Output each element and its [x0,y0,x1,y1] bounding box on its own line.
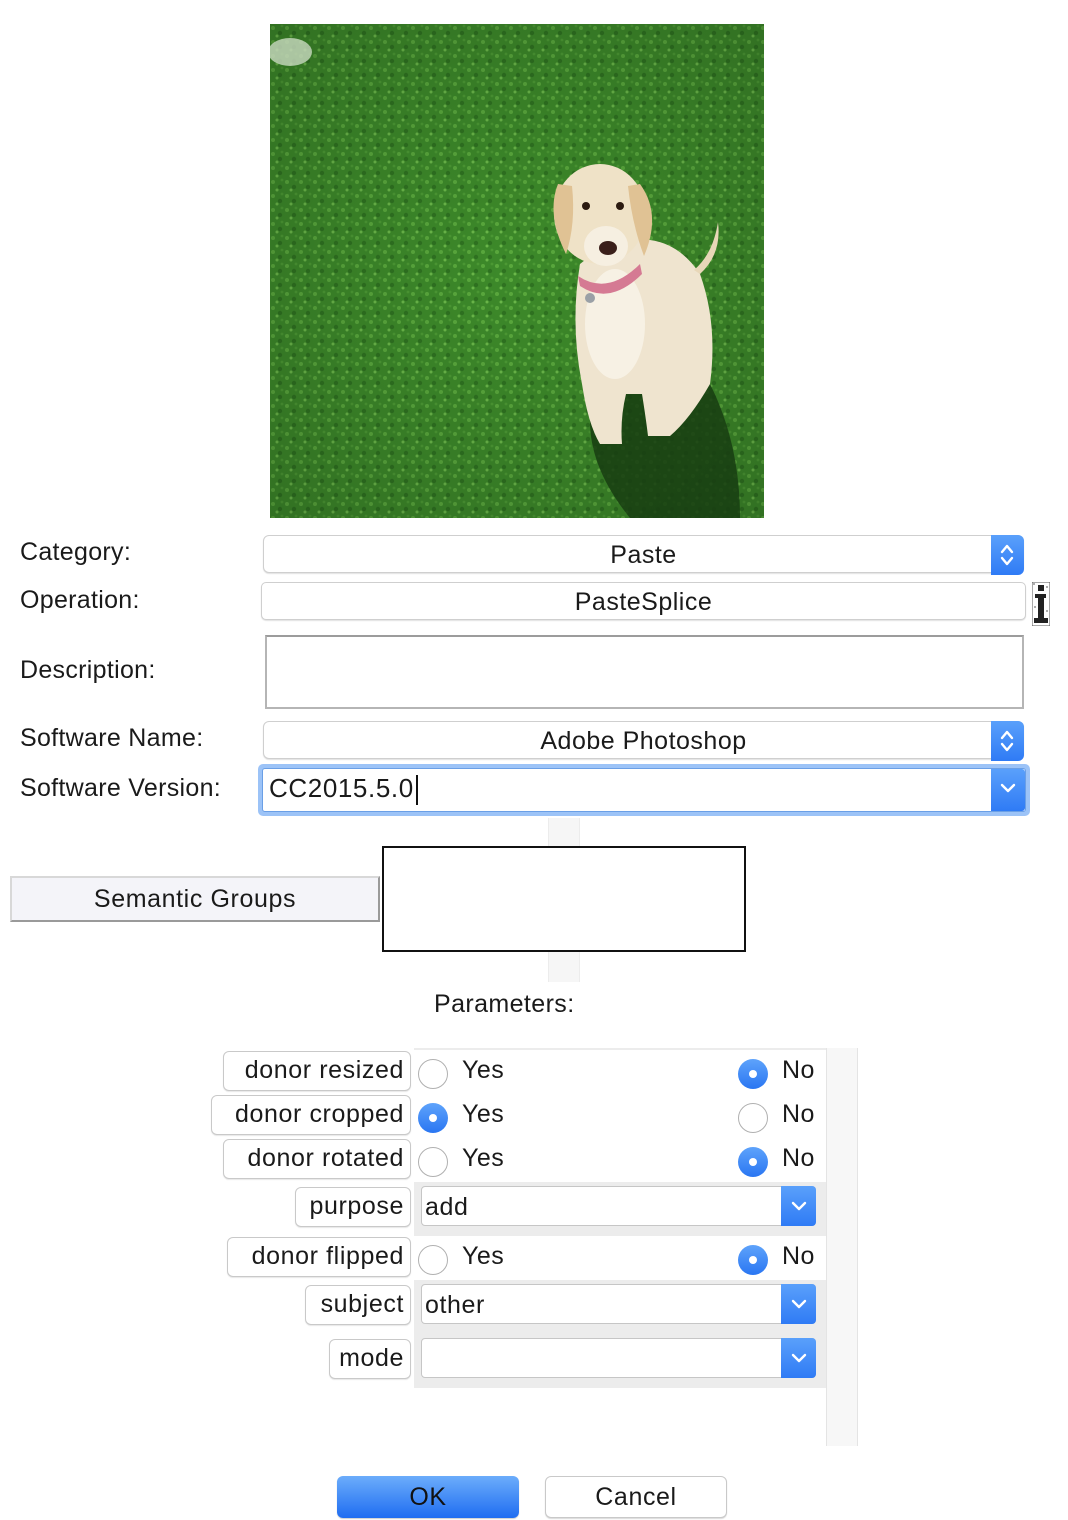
chevron-down-icon [781,1338,816,1378]
purpose-value: add [425,1193,469,1221]
chevron-down-icon[interactable] [991,769,1025,811]
operation-button[interactable]: PasteSplice [261,582,1026,620]
donor-flipped-no-radio[interactable] [738,1245,768,1275]
donor-rotated-yes-radio[interactable] [418,1147,448,1177]
software-version-value[interactable]: CC2015.5.0 [269,773,414,803]
description-textarea[interactable] [265,635,1024,709]
donor-cropped-yes-radio[interactable] [418,1103,448,1133]
dog-on-grass-image [270,24,764,518]
donor-flipped-yes-label: Yes [462,1242,505,1270]
semantic-groups-button[interactable]: Semantic Groups [10,876,380,922]
donor-rotated-no-label: No [782,1144,815,1172]
param-mode-label: mode [329,1339,411,1379]
donor-cropped-yes-label: Yes [462,1100,505,1128]
param-donor-rotated-label: donor rotated [223,1139,411,1179]
category-value: Paste [610,541,677,569]
purpose-select[interactable]: add [421,1186,816,1226]
donor-flipped-yes-radio[interactable] [418,1245,448,1275]
software-version-combobox[interactable]: CC2015.5.0 [258,764,1030,816]
donor-resized-yes-radio[interactable] [418,1059,448,1089]
software-version-label: Software Version: [20,774,222,802]
updown-arrows-icon [991,535,1024,575]
ok-button[interactable]: OK [337,1476,519,1518]
mode-select[interactable] [421,1338,816,1378]
category-label: Category: [20,538,132,566]
subject-select[interactable]: other [421,1284,816,1324]
donor-resized-yes-label: Yes [462,1056,505,1084]
software-name-label: Software Name: [20,724,204,752]
parameters-title: Parameters: [434,990,575,1018]
info-icon[interactable] [1031,581,1051,627]
semantic-groups-list[interactable] [382,846,746,952]
donor-cropped-no-label: No [782,1100,815,1128]
chevron-down-icon [781,1284,816,1324]
cancel-button[interactable]: Cancel [545,1476,727,1518]
operation-label: Operation: [20,586,140,614]
donor-flipped-no-label: No [782,1242,815,1270]
description-label: Description: [20,656,156,684]
param-donor-cropped-label: donor cropped [211,1095,411,1135]
donor-rotated-no-radio[interactable] [738,1147,768,1177]
param-subject-label: subject [305,1285,411,1325]
param-donor-resized-label: donor resized [223,1051,411,1091]
donor-rotated-yes-label: Yes [462,1144,505,1172]
donor-resized-no-radio[interactable] [738,1059,768,1089]
software-name-value: Adobe Photoshop [540,727,747,755]
param-donor-flipped-label: donor flipped [227,1237,411,1277]
image-preview [270,24,764,518]
donor-resized-no-label: No [782,1056,815,1084]
software-name-select[interactable]: Adobe Photoshop [263,721,1024,761]
param-purpose-label: purpose [295,1187,411,1227]
parameters-scrollbar[interactable] [826,1048,858,1446]
subject-value: other [425,1291,485,1319]
text-caret [415,775,418,806]
category-select[interactable]: Paste [263,535,1024,575]
chevron-down-icon [781,1186,816,1226]
updown-arrows-icon [991,721,1024,761]
donor-cropped-no-radio[interactable] [738,1103,768,1133]
